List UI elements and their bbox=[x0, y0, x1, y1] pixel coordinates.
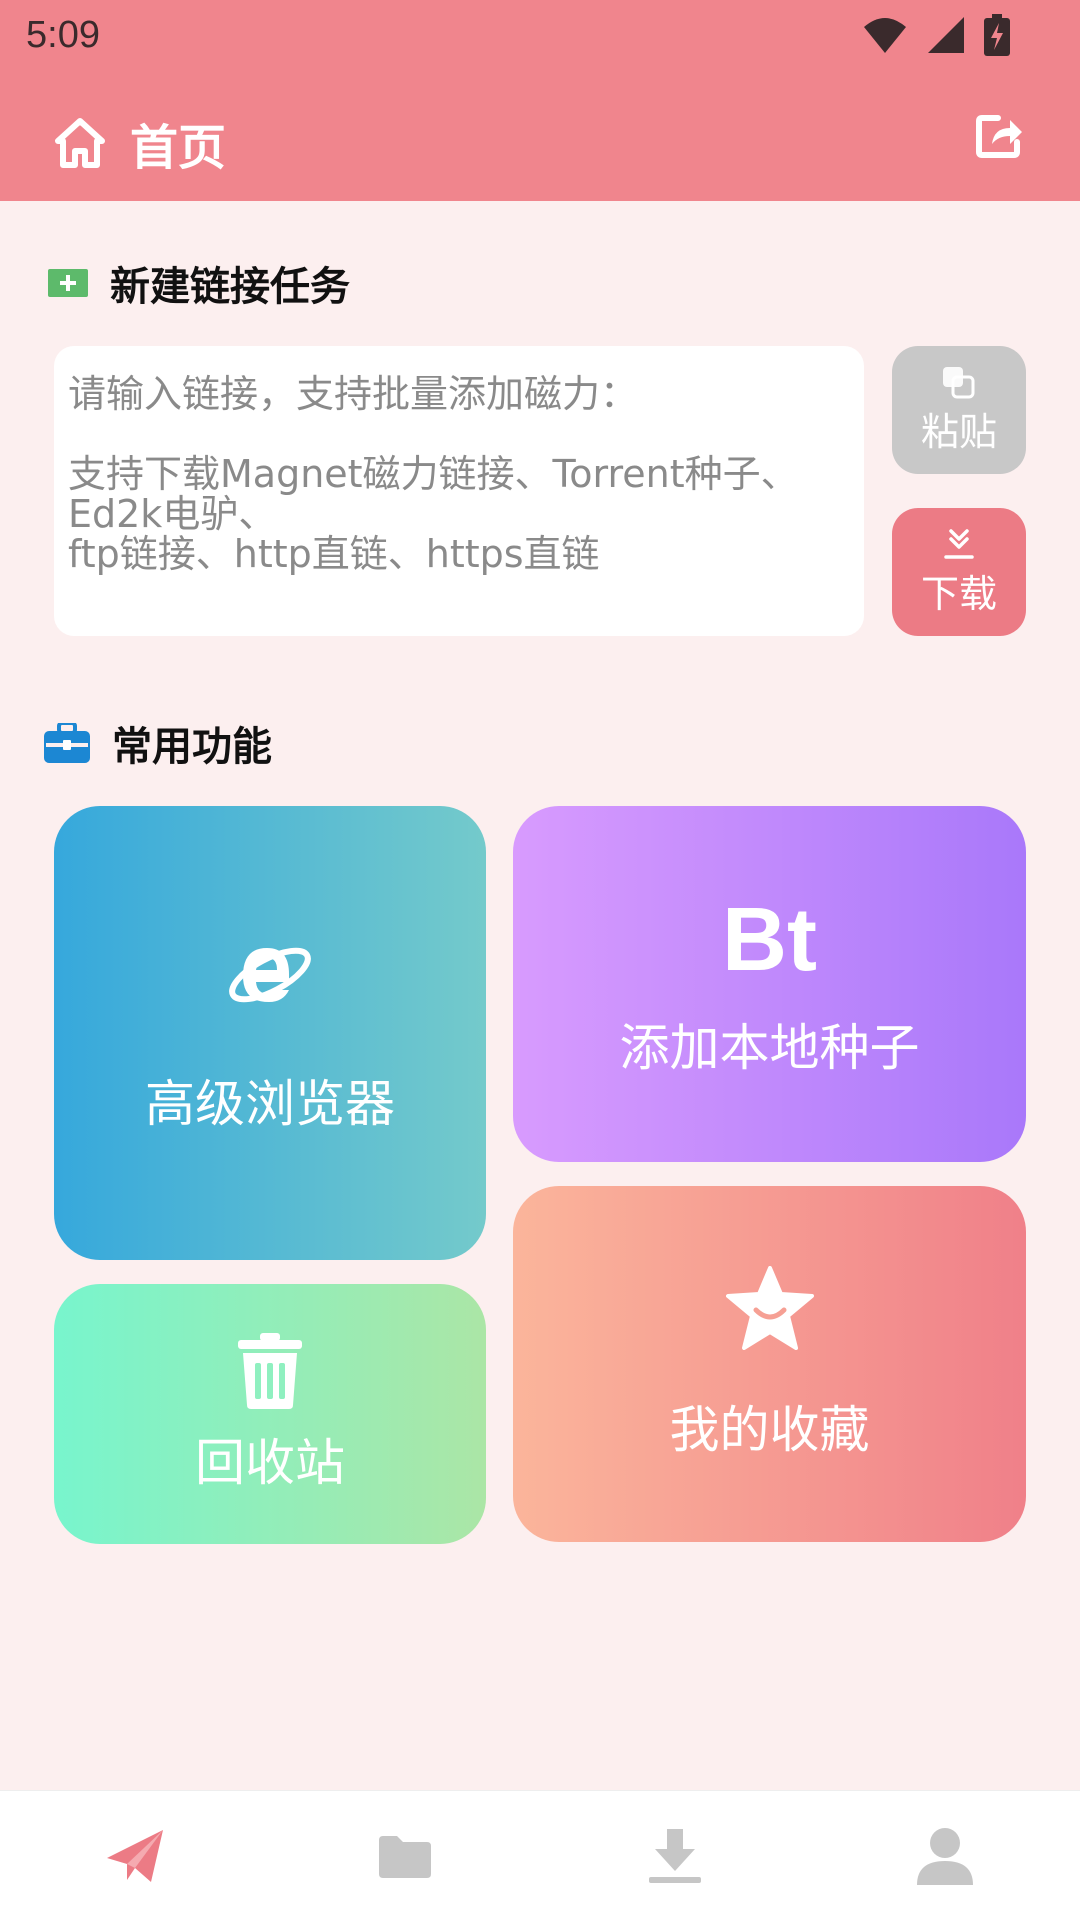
advanced-browser-label: 高级浏览器 bbox=[145, 1075, 395, 1133]
trash-icon bbox=[238, 1333, 302, 1409]
person-icon bbox=[917, 1828, 973, 1885]
nav-files[interactable] bbox=[345, 1806, 465, 1906]
download-button[interactable]: 下载 bbox=[892, 508, 1026, 636]
toolbox-icon bbox=[44, 723, 90, 763]
recycle-bin-card[interactable]: 回收站 bbox=[54, 1284, 486, 1544]
add-square-icon bbox=[48, 269, 88, 297]
share-icon bbox=[976, 115, 1022, 158]
title-row: 首页 bbox=[54, 108, 226, 178]
my-favorites-label: 我的收藏 bbox=[669, 1401, 870, 1459]
paste-button[interactable]: 粘贴 bbox=[892, 346, 1026, 474]
top-app-bar: 5:09 首页 bbox=[0, 0, 1080, 201]
nav-downloads[interactable] bbox=[615, 1806, 735, 1906]
paper-plane-icon bbox=[107, 1830, 163, 1882]
my-favorites-card[interactable]: 我的收藏 bbox=[513, 1186, 1026, 1542]
share-button[interactable] bbox=[976, 112, 1024, 162]
page-title: 首页 bbox=[130, 120, 227, 176]
paste-label: 粘贴 bbox=[920, 409, 997, 454]
section-title-features: 常用功能 bbox=[112, 724, 272, 770]
home-icon[interactable] bbox=[54, 117, 106, 169]
download-arrow-icon bbox=[944, 528, 974, 559]
download-icon bbox=[649, 1829, 701, 1883]
status-time: 5:09 bbox=[26, 14, 100, 56]
folder-icon bbox=[379, 1836, 431, 1878]
status-icons bbox=[862, 14, 1010, 56]
nav-home[interactable] bbox=[75, 1806, 195, 1906]
advanced-browser-card[interactable]: 高级浏览器 bbox=[54, 806, 486, 1260]
battery-icon bbox=[984, 14, 1010, 56]
nav-profile[interactable] bbox=[885, 1806, 1005, 1906]
download-label: 下载 bbox=[920, 571, 997, 616]
browser-e-icon bbox=[229, 947, 311, 1003]
section-title-new-task: 新建链接任务 bbox=[110, 264, 350, 310]
star-icon bbox=[725, 1266, 814, 1350]
bt-badge: Bt bbox=[722, 889, 817, 990]
wifi-icon bbox=[864, 18, 906, 53]
recycle-bin-label: 回收站 bbox=[195, 1434, 345, 1492]
link-input-placeholder: 请输入链接，支持批量添加磁力： 支持下载Magnet磁力链接、Torrent种子… bbox=[68, 372, 799, 576]
add-local-torrent-label: 添加本地种子 bbox=[619, 1018, 920, 1077]
copy-icon bbox=[943, 366, 975, 398]
new-task-header: 新建链接任务 bbox=[48, 254, 350, 312]
add-local-torrent-card[interactable]: Bt 添加本地种子 bbox=[513, 806, 1026, 1162]
link-input[interactable]: 请输入链接，支持批量添加磁力： 支持下载Magnet磁力链接、Torrent种子… bbox=[54, 346, 864, 636]
features-header: 常用功能 bbox=[44, 714, 272, 772]
bottom-navigation bbox=[0, 1790, 1080, 1921]
signal-icon bbox=[928, 17, 964, 53]
